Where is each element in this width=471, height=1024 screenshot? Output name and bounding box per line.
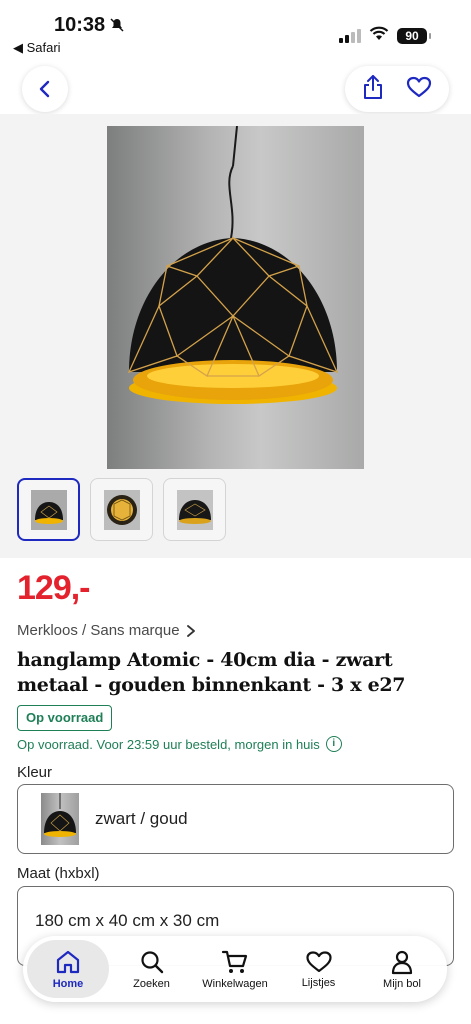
status-time: 10:38 <box>54 14 106 36</box>
user-icon <box>391 950 413 974</box>
thumbnail-2[interactable] <box>90 478 153 541</box>
cart-icon <box>221 950 248 973</box>
back-button[interactable] <box>22 66 68 112</box>
chevron-left-icon <box>39 80 50 98</box>
search-icon <box>140 950 163 973</box>
home-icon <box>56 950 80 973</box>
product-gallery <box>0 114 471 558</box>
heart-icon <box>305 950 332 972</box>
share-button[interactable] <box>362 74 384 105</box>
thumbnail-3[interactable] <box>163 478 226 541</box>
color-value: zwart / goud <box>95 809 188 828</box>
bottom-tab-bar: Home Zoeken Winkelwagen Lijstjes Mijn bo… <box>23 936 447 1002</box>
thumbnail-1[interactable] <box>17 478 80 541</box>
share-icon <box>364 74 382 99</box>
status-bar: 10:38 ◀ Safari 90 <box>0 0 471 62</box>
brand-link[interactable]: Merkloos / Sans marque <box>17 622 196 639</box>
tab-lists-label: Lijstjes <box>301 976 336 989</box>
tab-cart-label: Winkelwagen <box>202 977 268 990</box>
battery-indicator: 90 <box>397 28 431 44</box>
action-pill <box>345 66 449 112</box>
cellular-signal-icon <box>339 29 361 43</box>
tab-account-label: Mijn bol <box>383 977 421 990</box>
tab-cart[interactable]: Winkelwagen <box>194 940 276 998</box>
delivery-info: Op voorraad. Voor 23:59 uur besteld, mor… <box>17 736 342 752</box>
wifi-icon <box>369 26 389 46</box>
size-value: 180 cm x 40 cm x 30 cm <box>35 911 220 930</box>
back-to-safari[interactable]: ◀ Safari <box>13 40 61 56</box>
tab-search[interactable]: Zoeken <box>111 940 193 998</box>
tab-lists[interactable]: Lijstjes <box>278 940 360 998</box>
product-main-image[interactable] <box>107 126 364 469</box>
top-navigation <box>0 62 471 114</box>
tab-account[interactable]: Mijn bol <box>361 940 443 998</box>
info-icon[interactable]: i <box>325 736 342 752</box>
color-label: Kleur <box>17 764 53 781</box>
product-price: 129,- <box>17 569 90 607</box>
bell-muted-icon <box>110 18 124 35</box>
size-label: Maat (hxbxl) <box>17 865 100 882</box>
stock-badge: Op voorraad <box>17 705 113 731</box>
color-swatch-image <box>41 793 79 845</box>
delivery-text: Op voorraad. Voor 23:59 uur besteld, mor… <box>17 736 320 752</box>
product-page: 10:38 ◀ Safari 90 129,- Merkloos / Sans … <box>0 0 471 1024</box>
tab-search-label: Zoeken <box>133 977 170 990</box>
tab-home[interactable]: Home <box>27 940 109 998</box>
tab-home-label: Home <box>52 977 84 990</box>
color-select[interactable]: zwart / goud <box>17 784 454 854</box>
chevron-right-icon <box>186 624 195 637</box>
wishlist-button[interactable] <box>406 76 432 103</box>
heart-icon <box>406 76 432 97</box>
product-title: hanglamp Atomic - 40cm dia - zwart metaa… <box>17 649 406 696</box>
brand-label: Merkloos / Sans marque <box>17 622 180 639</box>
